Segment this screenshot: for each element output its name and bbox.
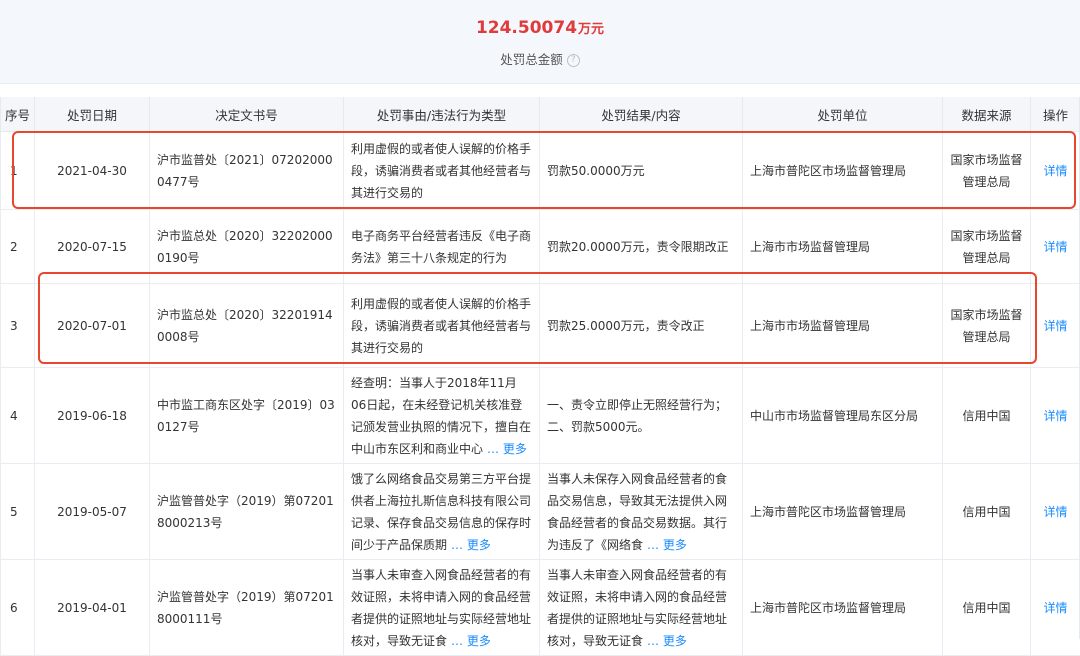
col-unit: 处罚单位	[743, 97, 943, 132]
col-index: 序号	[1, 97, 35, 132]
col-action: 操作	[1031, 97, 1080, 132]
col-source: 数据来源	[943, 97, 1031, 132]
row-doc-number: 沪市监总处〔2020〕322019140008号	[150, 284, 344, 368]
row-detail-link[interactable]: 详情	[1031, 464, 1080, 560]
row-reason: 利用虚假的或者使人误解的价格手段，诱骗消费者或者其他经营者与其进行交易的	[344, 284, 540, 368]
row-result: 一、责令立即停止无照经营行为；二、罚款5000元。	[540, 368, 743, 464]
row-index: 2	[1, 210, 35, 284]
row-source: 信用中国	[943, 464, 1031, 560]
row-reason: 饿了么网络食品交易第三方平台提供者上海拉扎斯信息科技有限公司记录、保存食品交易信…	[344, 464, 540, 560]
row-unit: 上海市普陀区市场监督管理局	[743, 560, 943, 656]
more-link[interactable]: … 更多	[647, 634, 687, 648]
row-index: 4	[1, 368, 35, 464]
row-result: 罚款25.0000万元，责令改正	[540, 284, 743, 368]
row-index: 3	[1, 284, 35, 368]
row-detail-link[interactable]: 详情	[1031, 210, 1080, 284]
row-detail-link[interactable]: 详情	[1031, 560, 1080, 656]
row-date: 2020-07-15	[35, 210, 150, 284]
row-doc-number: 沪市监总处〔2020〕322020000190号	[150, 210, 344, 284]
row-detail-link[interactable]: 详情	[1031, 284, 1080, 368]
row-source: 信用中国	[943, 560, 1031, 656]
col-date: 处罚日期	[35, 97, 150, 132]
more-link[interactable]: … 更多	[487, 442, 527, 456]
row-date: 2019-05-07	[35, 464, 150, 560]
row-index: 1	[1, 132, 35, 210]
row-doc-number: 沪监管普处字（2019）第072018000213号	[150, 464, 344, 560]
row-unit: 上海市普陀区市场监督管理局	[743, 132, 943, 210]
row-date: 2019-06-18	[35, 368, 150, 464]
more-link[interactable]: … 更多	[451, 538, 491, 552]
row-detail-link[interactable]: 详情	[1031, 132, 1080, 210]
penalty-table: 序号 处罚日期 决定文书号 处罚事由/违法行为类型 处罚结果/内容 处罚单位 数…	[0, 97, 1080, 656]
row-doc-number: 中市监工商东区处字〔2019〕030127号	[150, 368, 344, 464]
row-date: 2021-04-30	[35, 132, 150, 210]
question-circle-icon[interactable]: ?	[567, 54, 580, 67]
table-row: 6 2019-04-01 沪监管普处字（2019）第072018000111号 …	[1, 560, 1080, 656]
row-unit: 中山市市场监督管理局东区分局	[743, 368, 943, 464]
more-link[interactable]: … 更多	[647, 538, 687, 552]
row-date: 2019-04-01	[35, 560, 150, 656]
row-doc-number: 沪市监普处〔2021〕072020000477号	[150, 132, 344, 210]
row-source: 信用中国	[943, 368, 1031, 464]
row-result: 当事人未保存入网食品经营者的食品交易信息，导致其无法提供入网食品经营者的食品交易…	[540, 464, 743, 560]
row-source: 国家市场监督管理总局	[943, 210, 1031, 284]
more-link[interactable]: … 更多	[451, 634, 491, 648]
row-unit: 上海市普陀区市场监督管理局	[743, 464, 943, 560]
row-source: 国家市场监督管理总局	[943, 284, 1031, 368]
row-date: 2020-07-01	[35, 284, 150, 368]
penalty-summary: 124.50074万元 处罚总金额?	[0, 0, 1080, 84]
row-result: 当事人未审查入网食品经营者的有效证照，未将申请入网的食品经营者提供的证照地址与实…	[540, 560, 743, 656]
row-source: 国家市场监督管理总局	[943, 132, 1031, 210]
row-result: 罚款50.0000万元	[540, 132, 743, 210]
col-reason: 处罚事由/违法行为类型	[344, 97, 540, 132]
table-header-row: 序号 处罚日期 决定文书号 处罚事由/违法行为类型 处罚结果/内容 处罚单位 数…	[1, 97, 1080, 132]
row-reason: 经查明：当事人于2018年11月06日起，在未经登记机关核准登记颁发营业执照的情…	[344, 368, 540, 464]
table-row: 1 2021-04-30 沪市监普处〔2021〕072020000477号 利用…	[1, 132, 1080, 210]
col-result: 处罚结果/内容	[540, 97, 743, 132]
table-row: 3 2020-07-01 沪市监总处〔2020〕322019140008号 利用…	[1, 284, 1080, 368]
col-doc-number: 决定文书号	[150, 97, 344, 132]
row-detail-link[interactable]: 详情	[1031, 368, 1080, 464]
row-doc-number: 沪监管普处字（2019）第072018000111号	[150, 560, 344, 656]
row-result: 罚款20.0000万元，责令限期改正	[540, 210, 743, 284]
total-amount: 124.50074万元	[0, 18, 1080, 38]
row-index: 5	[1, 464, 35, 560]
row-unit: 上海市市场监督管理局	[743, 210, 943, 284]
row-reason: 利用虚假的或者使人误解的价格手段，诱骗消费者或者其他经营者与其进行交易的	[344, 132, 540, 210]
row-reason: 电子商务平台经营者违反《电子商务法》第三十八条规定的行为	[344, 210, 540, 284]
table-row: 5 2019-05-07 沪监管普处字（2019）第072018000213号 …	[1, 464, 1080, 560]
row-unit: 上海市市场监督管理局	[743, 284, 943, 368]
row-index: 6	[1, 560, 35, 656]
row-reason: 当事人未审查入网食品经营者的有效证照，未将申请入网的食品经营者提供的证照地址与实…	[344, 560, 540, 656]
total-amount-label: 处罚总金额?	[0, 49, 1080, 68]
table-row: 2 2020-07-15 沪市监总处〔2020〕322020000190号 电子…	[1, 210, 1080, 284]
table-row: 4 2019-06-18 中市监工商东区处字〔2019〕030127号 经查明：…	[1, 368, 1080, 464]
